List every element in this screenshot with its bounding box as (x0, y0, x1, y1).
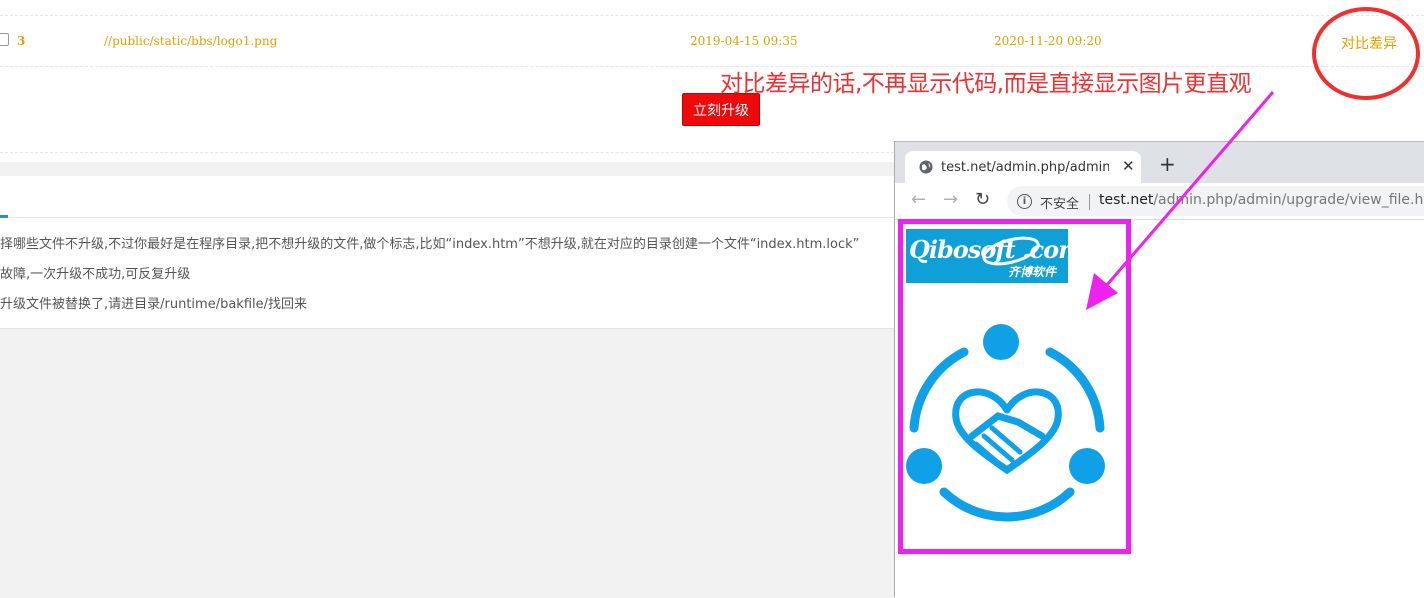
section-gap (0, 162, 894, 176)
back-arrow-icon[interactable]: ← (911, 191, 926, 209)
section-divider (0, 152, 894, 153)
forward-arrow-icon[interactable]: → (943, 191, 958, 209)
info-icon[interactable]: i (1017, 194, 1032, 209)
highlight-circle (1312, 7, 1420, 100)
row-new-date: 2020-11-20 09:20 (994, 34, 1102, 48)
logo-text: Qibosoft .com (909, 235, 1068, 264)
row-file-path: //public/static/bbs/logo1.png (104, 34, 278, 48)
handshake-heart-icon (906, 324, 1105, 522)
row-index: 3 (17, 34, 26, 48)
note-line: 升级文件被替换了,请进目录/runtime/bakfile/找回来 (0, 297, 308, 312)
globe-icon (919, 160, 933, 174)
logo-subtext: 齐博软件 (1008, 265, 1057, 279)
qibosoft-logo: Qibosoft .com 齐博软件 (906, 229, 1068, 283)
row-checkbox[interactable] (0, 33, 9, 46)
tab-underline (0, 217, 894, 218)
row-top-divider (0, 15, 1424, 16)
note-line: 故障,一次升级不成功,可反复升级 (0, 267, 191, 282)
reload-icon[interactable]: ↻ (975, 191, 990, 209)
page-footer-area (0, 328, 894, 598)
active-tab-marker (0, 215, 8, 218)
note-line: 择哪些文件不升级,不过你最好是在程序目录,把不想升级的文件,做个标志,比如“in… (0, 237, 860, 252)
upgrade-now-button[interactable]: 立刻升级 (682, 93, 760, 126)
insecure-label: 不安全 (1040, 197, 1080, 212)
row-old-date: 2019-04-15 09:35 (690, 34, 798, 48)
pointer-arrow (1086, 91, 1275, 310)
